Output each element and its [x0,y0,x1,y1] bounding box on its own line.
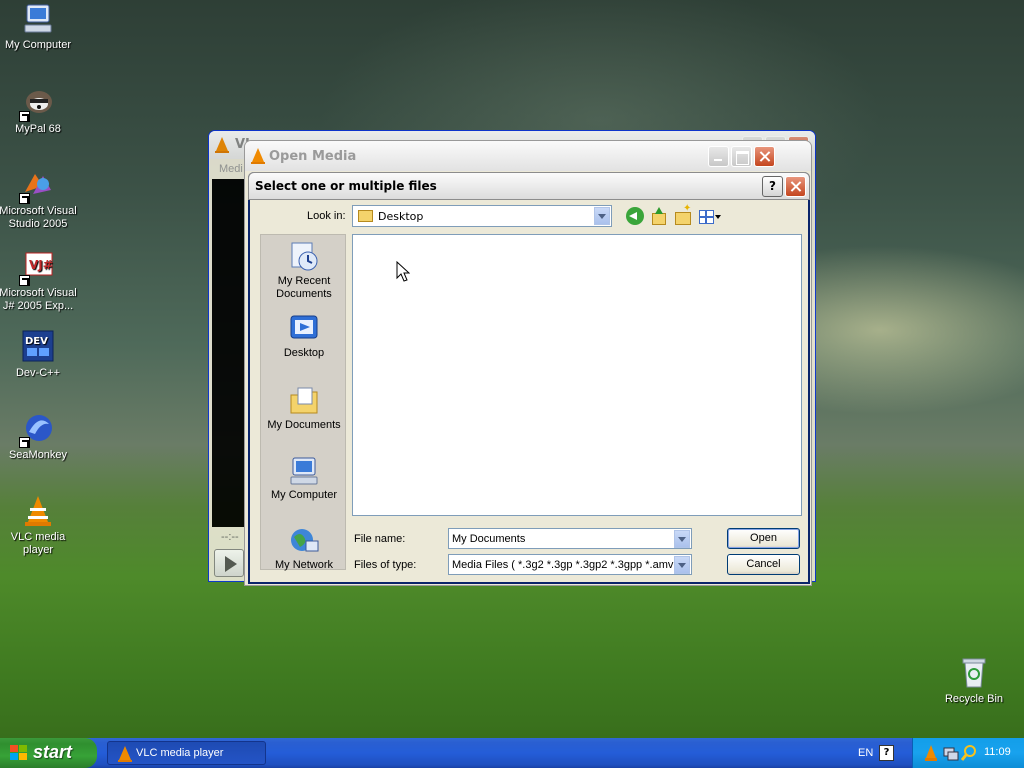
places-my-recent-documents[interactable]: My Recent Documents [261,241,347,301]
language-help-icon[interactable]: ? [879,745,894,761]
shortcut-arrow-icon [19,193,30,204]
file-list-view[interactable] [352,234,802,516]
look-in-label: Look in: [307,210,346,222]
open-media-title-bar[interactable]: Open Media [245,141,811,171]
start-button[interactable]: start [0,738,97,768]
vlc-play-button[interactable] [214,549,244,577]
view-menu-icon[interactable] [698,207,722,225]
desktop-icon-my-computer[interactable]: My Computer [0,2,79,52]
desktop-icon-label: Recycle Bin [944,693,1004,705]
windows-flag-icon [10,745,28,761]
svg-text:DEV: DEV [25,336,48,347]
file-dialog-title: Select one or multiple files [255,179,437,193]
taskbar: start VLC media player EN ? 11:09 [0,738,1024,768]
files-of-type-value: Media Files ( *.3g2 *.3gp *.3gp2 *.3gpp … [452,559,674,571]
start-label: start [33,742,73,762]
open-button[interactable]: Open [727,528,800,549]
files-of-type-dropdown[interactable]: Media Files ( *.3g2 *.3gp *.3gp2 *.3gpp … [448,554,692,575]
cancel-button[interactable]: Cancel [727,554,800,575]
places-my-network[interactable]: My Network [261,525,347,572]
visual-studio-icon [19,168,55,204]
my-computer-icon [288,455,320,487]
up-one-level-icon[interactable] [650,207,668,225]
vlc-tray-icon[interactable] [925,745,937,761]
file-dialog-title-bar[interactable]: Select one or multiple files ? [248,172,810,200]
vlc-cone-icon [215,137,229,153]
desktop-icon-label: Microsoft Visual J# 2005 Exp... [0,287,77,312]
svg-text:VJ#: VJ# [29,258,53,272]
desktop-icon-label: Microsoft Visual Studio 2005 [0,205,77,230]
vlc-time-display: --:-- [221,531,239,543]
folder-icon [358,210,373,222]
file-open-dialog: Select one or multiple files ? Look in: … [248,172,810,584]
chevron-down-icon[interactable] [674,556,690,574]
open-media-minimize-button[interactable] [708,146,729,167]
desktop-icon-visual-j[interactable]: VJ# Microsoft Visual J# 2005 Exp... [0,250,79,313]
shortcut-arrow-icon [19,111,30,122]
visual-j-icon: VJ# [19,250,55,286]
open-media-title: Open Media [269,149,357,164]
new-folder-icon[interactable] [674,203,692,225]
desktop-icon-recycle-bin[interactable]: Recycle Bin [933,656,1015,706]
search-tray-icon[interactable] [961,745,977,761]
system-tray: 11:09 [912,738,1024,768]
recycle-bin-icon [957,656,991,690]
places-my-computer[interactable]: My Computer [261,455,347,502]
desktop-icon-visual-studio[interactable]: Microsoft Visual Studio 2005 [0,168,79,231]
file-name-value: My Documents [452,533,526,545]
vlc-cone-icon [118,746,132,762]
desktop-icon-vlc[interactable]: VLC media player [0,494,79,557]
look-in-dropdown[interactable]: Desktop [352,205,612,227]
desktop-icon-label: My Computer [4,39,72,51]
chevron-down-icon[interactable] [674,530,690,548]
file-name-label: File name: [354,533,406,545]
vlc-cone-icon [251,148,265,164]
dev-cpp-icon: DEV [21,330,55,364]
place-label: My Network [274,559,334,571]
help-button[interactable]: ? [762,176,783,197]
desktop-icon-label: MyPal 68 [15,123,61,135]
shortcut-arrow-icon [19,275,30,286]
desktop-icon-label: VLC media player [10,531,66,556]
desktop-icon-mypal[interactable]: MyPal 68 [0,86,79,136]
places-my-documents[interactable]: My Documents [261,385,347,432]
chevron-down-icon[interactable] [594,207,610,225]
seamonkey-icon [19,412,55,448]
place-label: Desktop [283,347,325,359]
vlc-cone-icon [21,494,55,528]
place-label: My Computer [270,489,338,501]
vlc-menu-media[interactable]: Medi [219,163,243,175]
file-name-input[interactable]: My Documents [448,528,692,549]
open-media-maximize-button[interactable] [731,146,752,167]
open-media-close-button[interactable] [754,146,775,167]
look-in-value: Desktop [378,210,424,223]
desktop-icon-seamonkey[interactable]: SeaMonkey [0,412,79,462]
shortcut-arrow-icon [19,437,30,448]
places-bar: My Recent Documents Desktop My Documents… [260,234,347,572]
desktop-icon-label: Dev-C++ [15,367,61,379]
mouse-pointer-icon [396,261,410,282]
places-desktop[interactable]: Desktop [261,313,347,360]
back-arrow-icon[interactable] [626,207,644,225]
network-globe-icon [288,525,320,557]
taskbar-item-vlc[interactable]: VLC media player [107,741,266,765]
network-tray-icon[interactable] [943,745,959,761]
file-dialog-close-button[interactable] [785,176,806,197]
my-documents-icon [288,385,320,417]
recent-documents-icon [288,241,320,273]
my-computer-icon [21,2,55,36]
mypal-icon [19,86,55,122]
place-label: My Recent Documents [276,275,332,300]
clock[interactable]: 11:09 [984,746,1011,758]
place-label: My Documents [267,419,341,431]
desktop-icon [288,313,320,345]
taskbar-item-label: VLC media player [136,747,224,759]
desktop-icon-label: SeaMonkey [8,449,68,461]
files-of-type-label: Files of type: [354,559,417,571]
language-indicator[interactable]: EN [858,747,873,759]
desktop-icon-dev-cpp[interactable]: DEV Dev-C++ [0,330,79,380]
